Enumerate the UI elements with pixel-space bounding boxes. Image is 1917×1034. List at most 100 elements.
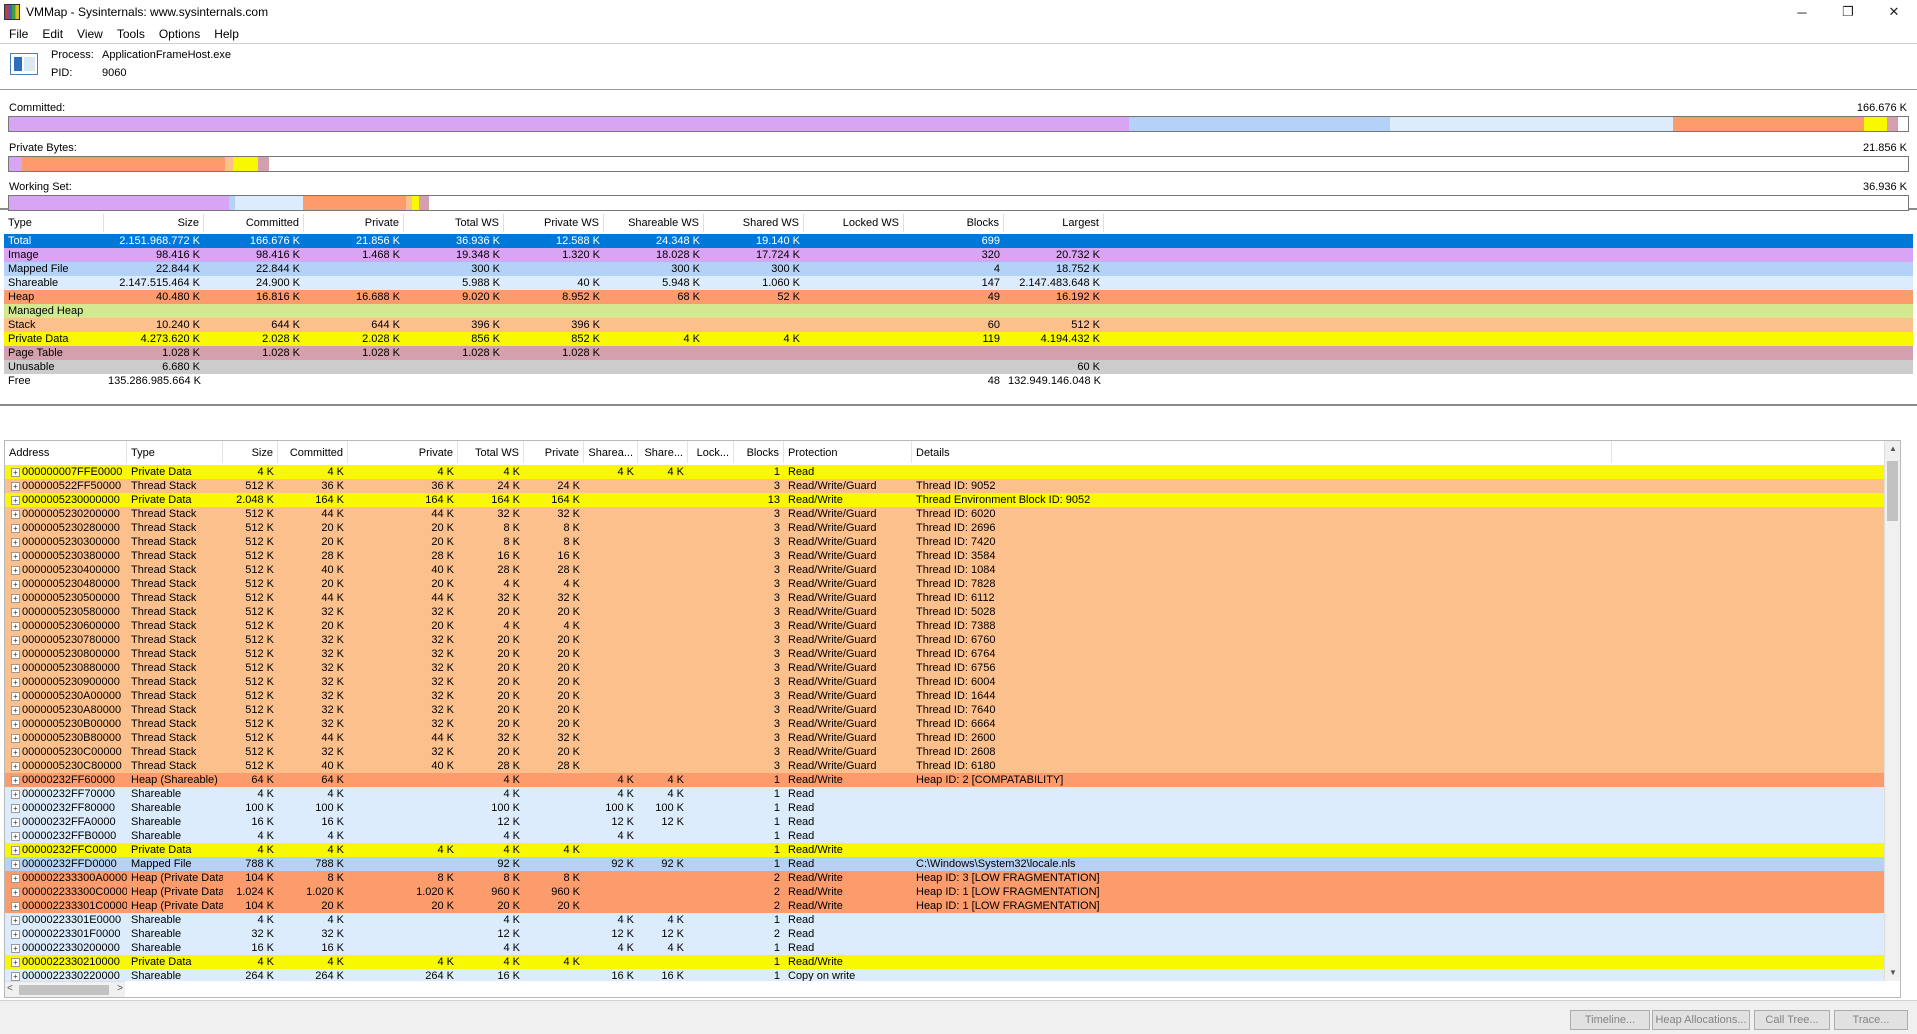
- expand-icon[interactable]: +: [11, 677, 20, 687]
- expand-icon[interactable]: +: [11, 915, 20, 925]
- expand-icon[interactable]: +: [11, 481, 20, 491]
- summary-row[interactable]: Total 2.151.968.772 K 166.676 K 21.856 K 36.…: [4, 234, 1913, 248]
- summary-column-header[interactable]: Total WS: [404, 214, 504, 232]
- expand-icon[interactable]: +: [11, 887, 20, 897]
- detail-row[interactable]: +0000005230B00000 Thread Stack 512 K 32 K 32…: [5, 717, 1900, 731]
- expand-icon[interactable]: +: [11, 789, 20, 799]
- summary-column-header[interactable]: Private: [304, 214, 404, 232]
- detail-row[interactable]: +0000005230400000 Thread Stack 512 K 40 K 40…: [5, 563, 1900, 577]
- detail-row[interactable]: +00000232FFB0000 Shareable 4 K 4 K 4 K 4 K 1 Re…: [5, 829, 1900, 843]
- detail-column-header[interactable]: Protection: [784, 441, 912, 463]
- detail-row[interactable]: +0000005230600000 Thread Stack 512 K 20 K 20…: [5, 619, 1900, 633]
- close-button[interactable]: ✕: [1871, 0, 1917, 24]
- expand-icon[interactable]: +: [11, 565, 20, 575]
- summary-column-header[interactable]: Private WS: [504, 214, 604, 232]
- expand-icon[interactable]: +: [11, 523, 20, 533]
- detail-row[interactable]: +000000007FFE0000 Private Data 4 K 4 K 4 K 4 …: [5, 465, 1900, 479]
- detail-row[interactable]: +0000005230280000 Thread Stack 512 K 20 K 20…: [5, 521, 1900, 535]
- expand-icon[interactable]: +: [11, 845, 20, 855]
- detail-column-header[interactable]: Address: [5, 441, 127, 463]
- vertical-scroll-thumb[interactable]: [1887, 461, 1898, 521]
- detail-column-header[interactable]: Private: [524, 441, 584, 463]
- detail-column-header[interactable]: Sharea...: [584, 441, 638, 463]
- detail-column-header[interactable]: Type: [127, 441, 223, 463]
- menu-file[interactable]: File: [2, 27, 35, 41]
- summary-row[interactable]: Private Data 4.273.620 K 2.028 K 2.028 K 856…: [4, 332, 1913, 346]
- detail-column-header[interactable]: Private: [348, 441, 458, 463]
- expand-icon[interactable]: +: [11, 607, 20, 617]
- summary-column-header[interactable]: Type: [4, 214, 104, 232]
- detail-column-header[interactable]: Size: [223, 441, 278, 463]
- summary-row[interactable]: Image 98.416 K 98.416 K 1.468 K 19.348 K 1.32…: [4, 248, 1913, 262]
- detail-row[interactable]: +0000005230800000 Thread Stack 512 K 32 K 32…: [5, 647, 1900, 661]
- call-tree-button[interactable]: Call Tree...: [1754, 1010, 1830, 1030]
- detail-row[interactable]: +00000232FFD0000 Mapped File 788 K 788 K 92 …: [5, 857, 1900, 871]
- expand-icon[interactable]: +: [11, 579, 20, 589]
- scroll-right-icon[interactable]: >: [117, 983, 123, 994]
- expand-icon[interactable]: +: [11, 733, 20, 743]
- detail-row[interactable]: +00000223301F0000 Shareable 32 K 32 K 12 K 12…: [5, 927, 1900, 941]
- detail-row[interactable]: +000000522FF50000 Thread Stack 512 K 36 K 36…: [5, 479, 1900, 493]
- expand-icon[interactable]: +: [11, 943, 20, 953]
- detail-row[interactable]: +000002233300A0000 Heap (Private Data) 104…: [5, 871, 1900, 885]
- expand-icon[interactable]: +: [11, 957, 20, 967]
- expand-icon[interactable]: +: [11, 859, 20, 869]
- summary-column-header[interactable]: Committed: [204, 214, 304, 232]
- detail-column-header[interactable]: Lock...: [688, 441, 734, 463]
- detail-row[interactable]: +0000005230480000 Thread Stack 512 K 20 K 20…: [5, 577, 1900, 591]
- detail-row[interactable]: +0000005230900000 Thread Stack 512 K 32 K 32…: [5, 675, 1900, 689]
- detail-column-header[interactable]: Total WS: [458, 441, 524, 463]
- summary-column-header[interactable]: Shareable WS: [604, 214, 704, 232]
- expand-icon[interactable]: +: [11, 551, 20, 561]
- detail-column-header[interactable]: Details: [912, 441, 1612, 463]
- detail-column-header[interactable]: Blocks: [734, 441, 784, 463]
- summary-column-header[interactable]: Size: [104, 214, 204, 232]
- detail-row[interactable]: +0000022330200000 Shareable 16 K 16 K 4 K 4 K…: [5, 941, 1900, 955]
- detail-row[interactable]: +0000022330210000 Private Data 4 K 4 K 4 K 4 …: [5, 955, 1900, 969]
- expand-icon[interactable]: +: [11, 929, 20, 939]
- expand-icon[interactable]: +: [11, 705, 20, 715]
- menu-help[interactable]: Help: [207, 27, 246, 41]
- expand-icon[interactable]: +: [11, 971, 20, 981]
- expand-icon[interactable]: +: [11, 901, 20, 911]
- summary-column-header[interactable]: Blocks: [904, 214, 1004, 232]
- detail-row[interactable]: +00000232FF60000 Heap (Shareable) 64 K 64 K…: [5, 773, 1900, 787]
- expand-icon[interactable]: +: [11, 817, 20, 827]
- trace-button[interactable]: Trace...: [1834, 1010, 1908, 1030]
- detail-row[interactable]: +00000232FF80000 Shareable 100 K 100 K 100 K…: [5, 801, 1900, 815]
- detail-row[interactable]: +000002233300C0000 Heap (Private Data) 1.0…: [5, 885, 1900, 899]
- detail-row[interactable]: +0000005230300000 Thread Stack 512 K 20 K 20…: [5, 535, 1900, 549]
- expand-icon[interactable]: +: [11, 831, 20, 841]
- summary-row[interactable]: Free 135.286.985.664 K 48 132.949.146.048 K: [4, 374, 1913, 388]
- expand-icon[interactable]: +: [11, 649, 20, 659]
- summary-row[interactable]: Heap 40.480 K 16.816 K 16.688 K 9.020 K 8.952…: [4, 290, 1913, 304]
- detail-column-header[interactable]: Committed: [278, 441, 348, 463]
- summary-row[interactable]: Unusable 6.680 K 60 K: [4, 360, 1913, 374]
- detail-row[interactable]: +0000005230C80000 Thread Stack 512 K 40 K 40…: [5, 759, 1900, 773]
- detail-column-header[interactable]: Share...: [638, 441, 688, 463]
- summary-row[interactable]: Shareable 2.147.515.464 K 24.900 K 5.988 K 4…: [4, 276, 1913, 290]
- expand-icon[interactable]: +: [11, 691, 20, 701]
- menu-view[interactable]: View: [70, 27, 110, 41]
- expand-icon[interactable]: +: [11, 775, 20, 785]
- detail-row[interactable]: +0000005230880000 Thread Stack 512 K 32 K 32…: [5, 661, 1900, 675]
- restore-button[interactable]: ❐: [1825, 0, 1871, 24]
- expand-icon[interactable]: +: [11, 803, 20, 813]
- detail-row[interactable]: +00000232FFC0000 Private Data 4 K 4 K 4 K 4 K…: [5, 843, 1900, 857]
- detail-row[interactable]: +0000005230380000 Thread Stack 512 K 28 K 28…: [5, 549, 1900, 563]
- detail-row[interactable]: +0000005230580000 Thread Stack 512 K 32 K 32…: [5, 605, 1900, 619]
- expand-icon[interactable]: +: [11, 747, 20, 757]
- detail-row[interactable]: +0000005230000000 Private Data 2.048 K 164 …: [5, 493, 1900, 507]
- summary-column-header[interactable]: Shared WS: [704, 214, 804, 232]
- expand-icon[interactable]: +: [11, 495, 20, 505]
- detail-row[interactable]: +0000005230A80000 Thread Stack 512 K 32 K 32…: [5, 703, 1900, 717]
- detail-row[interactable]: +0000005230780000 Thread Stack 512 K 32 K 32…: [5, 633, 1900, 647]
- summary-row[interactable]: Page Table 1.028 K 1.028 K 1.028 K 1.028 K 1.…: [4, 346, 1913, 360]
- detail-row[interactable]: +0000005230500000 Thread Stack 512 K 44 K 44…: [5, 591, 1900, 605]
- minimize-button[interactable]: ─: [1779, 0, 1825, 24]
- heap-allocations-button[interactable]: Heap Allocations...: [1652, 1010, 1750, 1030]
- expand-icon[interactable]: +: [11, 467, 20, 477]
- detail-row[interactable]: +0000005230200000 Thread Stack 512 K 44 K 44…: [5, 507, 1900, 521]
- detail-row[interactable]: +00000223301E0000 Shareable 4 K 4 K 4 K 4 K 4 …: [5, 913, 1900, 927]
- summary-column-header[interactable]: Locked WS: [804, 214, 904, 232]
